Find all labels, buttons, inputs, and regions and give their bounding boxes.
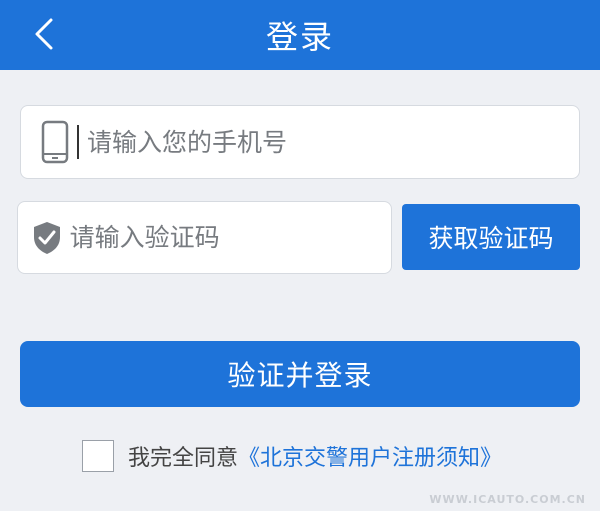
page-title: 登录 (265, 18, 334, 56)
back-button[interactable] (24, 14, 64, 54)
watermark: WWW.ICAUTO.COM.CN (429, 493, 586, 506)
agreement-row: 我完全同意 《北京交警用户注册须知》 (82, 438, 502, 474)
verify-and-login-button[interactable]: 验证并登录 (20, 341, 580, 407)
verification-code-input[interactable] (63, 223, 391, 252)
text-cursor (77, 125, 79, 159)
get-verification-code-button[interactable]: 获取验证码 (402, 204, 580, 270)
chevron-left-icon (35, 18, 53, 50)
agreement-link[interactable]: 《北京交警用户注册须知》 (238, 440, 502, 472)
agreement-checkbox[interactable] (82, 440, 114, 472)
phone-input[interactable] (81, 127, 507, 157)
agreement-text: 我完全同意 (128, 446, 239, 471)
verification-code-field[interactable] (17, 201, 392, 274)
phone-field[interactable] (20, 105, 580, 179)
shield-check-icon (30, 220, 64, 256)
top-nav-bar: 登录 (0, 0, 600, 70)
smartphone-icon (33, 120, 77, 164)
